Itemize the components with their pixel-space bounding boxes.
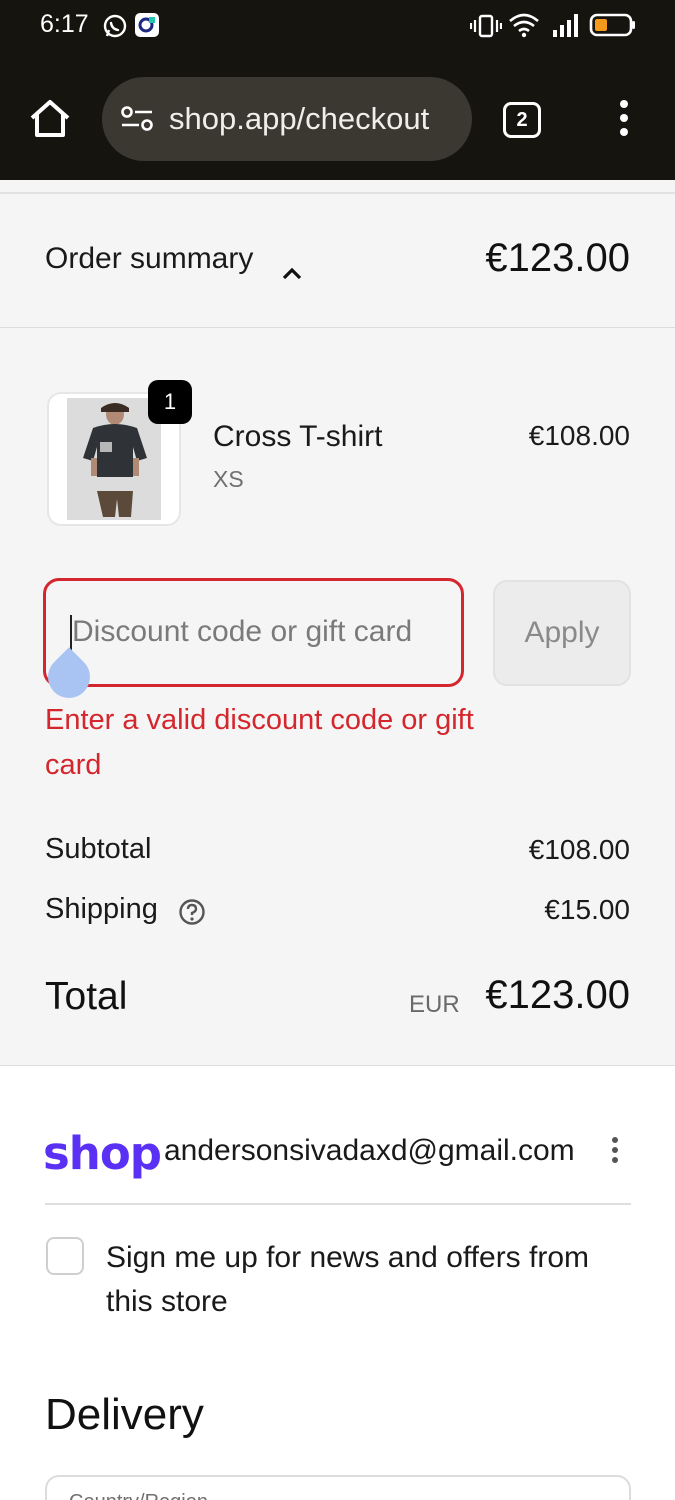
url-text[interactable]: shop.app/checkout xyxy=(169,101,429,137)
site-settings-icon[interactable] xyxy=(120,105,154,133)
order-summary-total: €123.00 xyxy=(485,236,630,280)
home-icon[interactable] xyxy=(28,98,72,138)
subtotal-value: €108.00 xyxy=(528,834,630,865)
order-summary-toggle[interactable]: Order summary €123.00 xyxy=(0,194,675,328)
help-icon[interactable] xyxy=(178,898,206,926)
chevron-up-icon[interactable] xyxy=(281,266,303,280)
signal-icon xyxy=(553,14,578,37)
wifi-icon xyxy=(509,13,539,38)
address-bar[interactable]: shop.app/checkout xyxy=(102,77,472,161)
account-options-icon[interactable] xyxy=(611,1137,619,1165)
currency-code: EUR xyxy=(409,991,460,1018)
shipping-label: Shipping xyxy=(45,893,158,925)
product-name: Cross T-shirt xyxy=(213,420,383,453)
shop-pay-logo: shop xyxy=(43,1127,162,1180)
browser-toolbar: shop.app/checkout 2 xyxy=(0,52,675,180)
battery-low-icon xyxy=(589,13,635,37)
apply-discount-button[interactable]: Apply xyxy=(493,580,631,686)
product-price: €108.00 xyxy=(528,420,630,451)
country-region-select[interactable]: Country/Region xyxy=(45,1475,631,1500)
browser-menu-icon[interactable] xyxy=(613,100,635,140)
account-email: andersonsivadaxd@gmail.com xyxy=(164,1134,575,1167)
discount-code-input[interactable]: Discount code or gift card xyxy=(43,578,464,687)
discount-error-message: Enter a valid discount code or gift card xyxy=(45,704,474,781)
vibrate-icon xyxy=(470,14,502,38)
text-cursor xyxy=(70,615,72,651)
app-notification-icon xyxy=(135,13,159,37)
quantity-badge: 1 xyxy=(148,380,192,424)
subtotal-label: Subtotal xyxy=(45,833,152,865)
discount-placeholder[interactable]: Discount code or gift card xyxy=(72,615,412,649)
whatsapp-icon xyxy=(103,14,127,38)
divider xyxy=(45,1203,631,1205)
country-region-label: Country/Region xyxy=(69,1491,208,1500)
order-summary-panel: Order summary €123.00 1 Cross T-shirt XS… xyxy=(0,180,675,1066)
clock: 6:17 xyxy=(40,10,89,38)
newsletter-checkbox[interactable] xyxy=(46,1237,84,1275)
shipping-value: €15.00 xyxy=(544,894,630,925)
total-value: €123.00 xyxy=(485,973,630,1017)
order-summary-label[interactable]: Order summary xyxy=(45,242,253,276)
product-variant: XS xyxy=(213,466,244,492)
tab-switcher-button[interactable]: 2 xyxy=(503,102,541,138)
newsletter-label[interactable]: Sign me up for news and offers from this… xyxy=(106,1236,636,1324)
total-label: Total xyxy=(45,975,128,1018)
status-bar: 6:17 xyxy=(0,0,675,52)
delivery-heading: Delivery xyxy=(45,1390,204,1439)
